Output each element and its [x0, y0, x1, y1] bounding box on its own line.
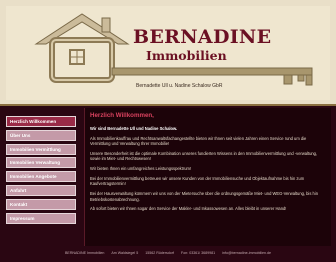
content-body: Wir sind Bernadette Ull und Nadine Schal…	[90, 126, 326, 216]
sidebar-item-immobilien-verwaltung[interactable]: Immobilien Verwaltung	[6, 157, 76, 169]
paragraph-inkasso: Ab sofort bieten wir Ihnen sogar den Ser…	[90, 206, 287, 212]
sidebar-item-ueber-uns[interactable]: Über Uns	[6, 129, 76, 141]
brand-name: BERNADINE	[133, 26, 272, 48]
sidebar-item-immobilien-angebote[interactable]: Immobilien Angebote	[6, 171, 76, 183]
main-content: Herzlich Willkommen, Wir sind Bernadette…	[84, 108, 331, 246]
paragraph-spectrum: Wir bieten Ihnen ein umfangreiches Leist…	[90, 166, 192, 172]
footer-company: BERNADINE Immobilien	[65, 251, 105, 255]
header-panel: BERNADINE Immobilien Bernadette Ull u. N…	[6, 6, 330, 100]
page: BERNADINE Immobilien Bernadette Ull u. N…	[0, 0, 336, 262]
sidebar-item-anfahrt[interactable]: Anfahrt	[6, 184, 76, 196]
sidebar-item-herzlich-willkommen[interactable]: Herzlich Willkommen	[6, 116, 76, 127]
sidebar-item-impressum[interactable]: Impressum	[6, 212, 76, 224]
brand-owners: Bernadette Ull u. Nadine Schalow GbR	[136, 83, 223, 89]
footer-email-link[interactable]: info@bernadine-immobilien.de	[222, 251, 271, 255]
intro-text: Wir sind Bernadette Ull und Nadine Schal…	[90, 126, 178, 131]
footer-address: Am Waldsiegel 5	[111, 251, 139, 255]
sidebar-item-kontakt[interactable]: Kontakt	[6, 198, 76, 210]
paragraph-services: Als Immobilienkauffrau und Rechtsanwalts…	[90, 135, 307, 147]
footer-city: 15562 Rüdersdorf	[145, 251, 174, 255]
paragraph-vermittlung: Bei der Immobilienvermittlung betreuen w…	[90, 176, 305, 187]
site-footer: BERNADINE Immobilien Am Waldsiegel 5 155…	[0, 248, 336, 258]
paragraph-hausverwaltung: Bei der Hausverwaltung kümmern wir uns v…	[90, 191, 318, 202]
brand-subtitle: Immobilien	[146, 48, 227, 63]
sidebar-item-immobilien-vermittlung[interactable]: Immobilien Vermittlung	[6, 143, 76, 155]
site-header: BERNADINE Immobilien Bernadette Ull u. N…	[0, 0, 336, 106]
page-title: Herzlich Willkommen,	[90, 112, 154, 119]
paragraph-special: Unsere Besonderheit ist die optimale Kom…	[90, 151, 318, 162]
sidebar-nav: Herzlich Willkommen Über Uns Immobilien …	[6, 116, 76, 226]
footer-phone: Fon: 03361/ 3689981	[181, 251, 216, 255]
